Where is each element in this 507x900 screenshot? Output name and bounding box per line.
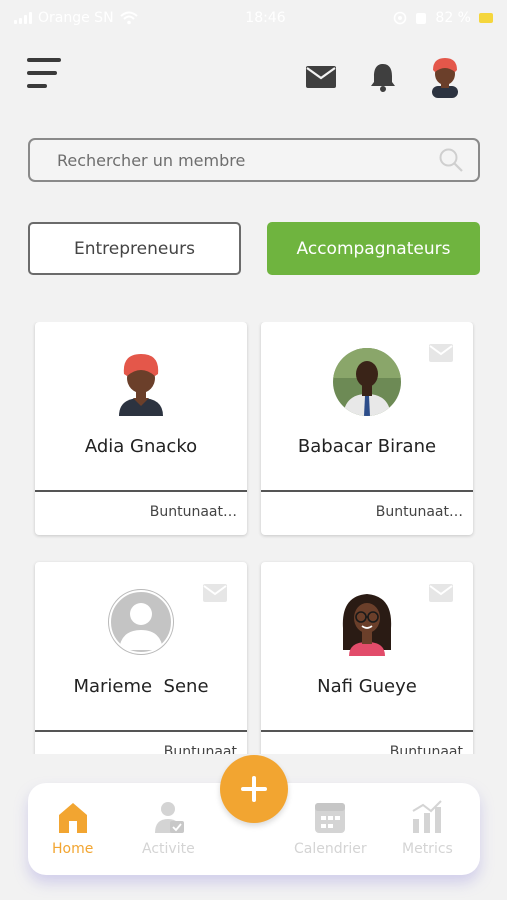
member-name: Babacar Birane xyxy=(297,436,437,457)
metrics-icon xyxy=(412,800,443,833)
member-org: Buntunaat xyxy=(389,744,463,754)
search-bar xyxy=(28,138,480,182)
card-divider xyxy=(261,730,473,732)
battery-icon xyxy=(478,13,493,23)
member-org: Buntunaat… xyxy=(375,504,463,520)
card-divider xyxy=(35,730,247,732)
add-button[interactable] xyxy=(220,755,288,823)
card-divider xyxy=(261,490,473,492)
member-card[interactable]: Adia Gnacko Buntunaat… xyxy=(35,322,247,535)
member-card[interactable]: Marieme Sene Buntunaat xyxy=(35,562,247,754)
member-card[interactable]: Babacar Birane Buntunaat… xyxy=(261,322,473,535)
nav-metrics-label: Metrics xyxy=(402,841,453,857)
accompagnateurs-button[interactable]: Accompagnateurs xyxy=(267,222,480,275)
mail-icon[interactable] xyxy=(203,584,227,602)
member-list: Adia Gnacko Buntunaat… Babacar Birane Bu… xyxy=(0,322,507,754)
user-avatar[interactable] xyxy=(428,56,462,98)
member-avatar xyxy=(107,348,175,416)
calendar-icon xyxy=(315,803,346,833)
nav-home-label: Home xyxy=(52,841,94,857)
card-divider xyxy=(35,490,247,492)
signal-icon xyxy=(14,12,32,24)
alarm-icon xyxy=(416,13,427,24)
nav-metrics[interactable]: Metrics xyxy=(402,799,453,857)
member-card[interactable]: Nafi Gueye Buntunaat xyxy=(261,562,473,754)
plus-icon xyxy=(241,776,267,802)
mail-icon[interactable] xyxy=(429,344,453,362)
member-org: Buntunaat xyxy=(163,744,237,754)
activity-icon xyxy=(155,802,185,833)
status-time: 18:46 xyxy=(245,10,286,26)
entrepreneurs-button[interactable]: Entrepreneurs xyxy=(28,222,241,275)
member-avatar xyxy=(107,588,175,656)
member-avatar xyxy=(333,588,401,656)
mail-icon[interactable] xyxy=(306,66,336,88)
member-name: Adia Gnacko xyxy=(84,436,198,457)
search-input[interactable] xyxy=(57,150,438,170)
search-icon[interactable] xyxy=(438,147,464,173)
nav-activite-label: Activite xyxy=(142,841,195,857)
nav-calendrier[interactable]: Calendrier xyxy=(294,799,367,857)
nav-activite[interactable]: Activite xyxy=(142,799,195,857)
home-icon xyxy=(58,803,87,833)
bell-icon[interactable] xyxy=(370,62,396,92)
member-name: Marieme Sene xyxy=(73,676,209,697)
status-right: 82 % xyxy=(393,10,493,26)
app-header xyxy=(0,52,507,102)
nav-home[interactable]: Home xyxy=(52,799,93,857)
status-bar: Orange SN 18:46 82 % xyxy=(0,0,507,36)
nav-calendrier-label: Calendrier xyxy=(294,841,367,857)
battery-percent: 82 % xyxy=(435,10,471,26)
member-org: Buntunaat… xyxy=(149,504,237,520)
location-icon xyxy=(394,11,407,25)
hamburger-menu-icon[interactable] xyxy=(27,58,63,92)
member-name: Nafi Gueye xyxy=(317,676,417,697)
carrier-label: Orange SN xyxy=(38,10,114,26)
wifi-icon xyxy=(119,11,138,25)
status-left: Orange SN xyxy=(14,10,138,26)
member-avatar xyxy=(333,348,401,416)
mail-icon[interactable] xyxy=(429,584,453,602)
